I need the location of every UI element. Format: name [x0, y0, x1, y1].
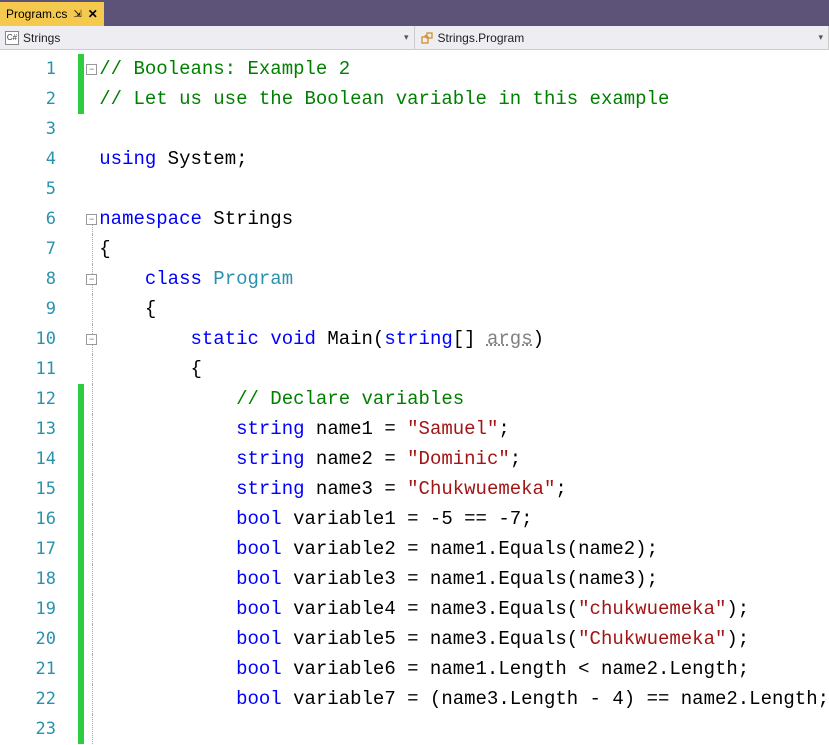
line-number: 3 — [0, 114, 78, 144]
line-number: 5 — [0, 174, 78, 204]
scope-dropdown-right[interactable]: Strings.Program ▾ — [415, 26, 829, 49]
fold-cell — [84, 564, 99, 594]
fold-cell: − — [84, 54, 99, 84]
line-number: 13 — [0, 414, 78, 444]
line-number: 4 — [0, 144, 78, 174]
line-number: 15 — [0, 474, 78, 504]
fold-cell — [84, 474, 99, 504]
chevron-down-icon: ▾ — [404, 32, 409, 43]
code-line[interactable]: // Declare variables — [99, 384, 829, 414]
code-line[interactable]: bool variable1 = -5 == -7; — [99, 504, 829, 534]
line-number: 19 — [0, 594, 78, 624]
line-number: 2 — [0, 84, 78, 114]
fold-cell — [84, 444, 99, 474]
fold-cell — [84, 114, 99, 144]
scope-right-text: Strings.Program — [438, 31, 525, 45]
line-number: 23 — [0, 714, 78, 744]
code-line[interactable]: using System; — [99, 144, 829, 174]
fold-cell — [84, 174, 99, 204]
fold-cell — [84, 384, 99, 414]
fold-cell — [84, 354, 99, 384]
line-number: 17 — [0, 534, 78, 564]
fold-cell — [84, 504, 99, 534]
fold-cell — [84, 654, 99, 684]
line-number: 7 — [0, 234, 78, 264]
fold-cell: − — [84, 324, 99, 354]
pin-icon[interactable]: ⇲ — [73, 9, 81, 20]
line-number: 22 — [0, 684, 78, 714]
fold-cell — [84, 594, 99, 624]
line-number: 20 — [0, 624, 78, 654]
fold-cell — [84, 624, 99, 654]
line-number: 1 — [0, 54, 78, 84]
code-line[interactable]: // Booleans: Example 2 — [99, 54, 829, 84]
tab-bar: Program.cs ⇲ ✕ — [0, 0, 829, 26]
code-line[interactable]: string name1 = "Samuel"; — [99, 414, 829, 444]
code-line[interactable]: // Let us use the Boolean variable in th… — [99, 84, 829, 114]
fold-cell — [84, 414, 99, 444]
code-line[interactable]: { — [99, 354, 829, 384]
line-number: 16 — [0, 504, 78, 534]
code-line[interactable]: namespace Strings — [99, 204, 829, 234]
code-line[interactable]: bool variable4 = name3.Equals("chukwueme… — [99, 594, 829, 624]
code-line[interactable]: { — [99, 234, 829, 264]
line-number: 12 — [0, 384, 78, 414]
fold-toggle[interactable]: − — [86, 214, 97, 225]
code-line[interactable]: string name3 = "Chukwuemeka"; — [99, 474, 829, 504]
close-icon[interactable]: ✕ — [88, 7, 98, 21]
code-line[interactable] — [99, 714, 829, 744]
fold-cell — [84, 714, 99, 744]
fold-cell — [84, 234, 99, 264]
code-line[interactable]: class Program — [99, 264, 829, 294]
code-line[interactable]: { — [99, 294, 829, 324]
code-line[interactable] — [99, 114, 829, 144]
line-number: 14 — [0, 444, 78, 474]
chevron-down-icon: ▾ — [818, 32, 823, 43]
fold-cell — [84, 84, 99, 114]
fold-toggle[interactable]: − — [86, 334, 97, 345]
line-number: 6 — [0, 204, 78, 234]
fold-cell: − — [84, 264, 99, 294]
code-content[interactable]: // Booleans: Example 2// Let us use the … — [99, 50, 829, 745]
line-number: 21 — [0, 654, 78, 684]
code-line[interactable]: bool variable7 = (name3.Length - 4) == n… — [99, 684, 829, 714]
code-line[interactable] — [99, 174, 829, 204]
csharp-icon: C# — [5, 31, 19, 45]
line-number: 9 — [0, 294, 78, 324]
code-line[interactable]: bool variable5 = name3.Equals("Chukwueme… — [99, 624, 829, 654]
code-line[interactable]: bool variable6 = name1.Length < name2.Le… — [99, 654, 829, 684]
fold-cell — [84, 294, 99, 324]
fold-toggle[interactable]: − — [86, 274, 97, 285]
code-line[interactable]: bool variable3 = name1.Equals(name3); — [99, 564, 829, 594]
line-number: 11 — [0, 354, 78, 384]
navigation-bar: C# Strings ▾ Strings.Program ▾ — [0, 26, 829, 50]
line-number: 10 — [0, 324, 78, 354]
code-line[interactable]: static void Main(string[] args) — [99, 324, 829, 354]
code-line[interactable]: bool variable2 = name1.Equals(name2); — [99, 534, 829, 564]
code-editor[interactable]: 1234567891011121314151617181920212223 −−… — [0, 50, 829, 745]
fold-cell — [84, 534, 99, 564]
fold-cell — [84, 144, 99, 174]
code-line[interactable]: string name2 = "Dominic"; — [99, 444, 829, 474]
line-number: 8 — [0, 264, 78, 294]
tab-title: Program.cs — [6, 7, 67, 21]
scope-left-text: Strings — [23, 31, 60, 45]
fold-cell — [84, 684, 99, 714]
class-icon — [420, 31, 434, 45]
document-tab[interactable]: Program.cs ⇲ ✕ — [0, 2, 104, 26]
line-number-gutter: 1234567891011121314151617181920212223 — [0, 50, 78, 745]
fold-toggle[interactable]: − — [86, 64, 97, 75]
scope-dropdown-left[interactable]: C# Strings ▾ — [0, 26, 415, 49]
fold-cell: − — [84, 204, 99, 234]
fold-column: − − − − — [84, 50, 99, 745]
line-number: 18 — [0, 564, 78, 594]
